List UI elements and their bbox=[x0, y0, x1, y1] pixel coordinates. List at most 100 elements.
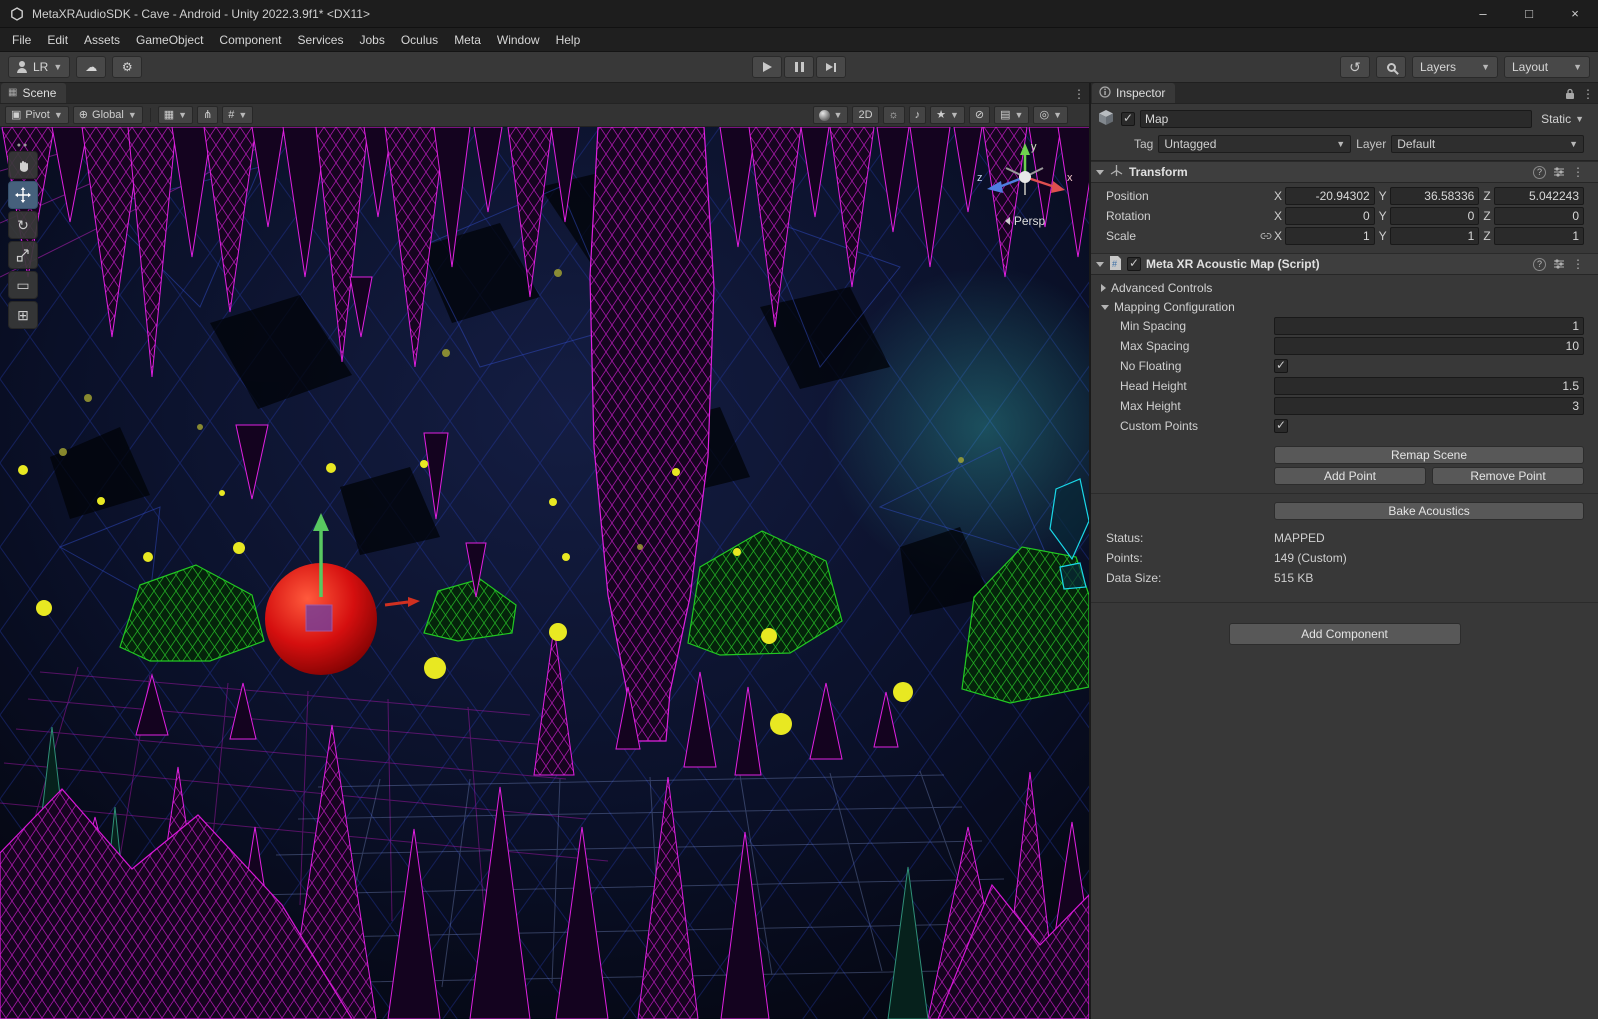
camera-settings-dropdown[interactable]: ▤ ▼ bbox=[994, 106, 1029, 124]
layer-dropdown[interactable]: Default ▼ bbox=[1391, 135, 1584, 153]
remap-scene-button[interactable]: Remap Scene bbox=[1274, 446, 1584, 464]
pivot-dropdown[interactable]: ▣ Pivot ▼ bbox=[5, 106, 69, 124]
scale-z-field[interactable] bbox=[1494, 227, 1584, 245]
gameobject-header: Static ▼ Tag Untagged ▼ Layer Default ▼ bbox=[1091, 104, 1598, 161]
tab-scene[interactable]: ▦ Scene bbox=[1, 83, 66, 103]
gameobject-active-checkbox[interactable] bbox=[1121, 112, 1135, 126]
custom-points-checkbox[interactable] bbox=[1274, 419, 1288, 433]
max-height-field[interactable] bbox=[1274, 397, 1584, 415]
remove-point-button[interactable]: Remove Point bbox=[1432, 467, 1584, 485]
scene-viewport[interactable]: ●● ↻ ▭ ⊞ bbox=[0, 127, 1089, 1019]
transform-header[interactable]: Transform ? ⋮ bbox=[1091, 161, 1598, 183]
lock-icon[interactable] bbox=[1565, 88, 1575, 100]
transform-tool[interactable]: ⊞ bbox=[8, 301, 38, 329]
close-button[interactable]: × bbox=[1552, 0, 1598, 27]
tab-inspector[interactable]: Inspector bbox=[1092, 83, 1175, 103]
play-button[interactable] bbox=[752, 56, 782, 78]
advanced-controls-label: Advanced Controls bbox=[1111, 281, 1212, 295]
scene-menu-icon[interactable]: ⋮ bbox=[1073, 88, 1085, 100]
hidden-objects-toggle[interactable]: ⊘ bbox=[969, 106, 990, 124]
2d-toggle[interactable]: 2D bbox=[852, 106, 878, 124]
menu-file[interactable]: File bbox=[4, 28, 39, 51]
undo-history-button[interactable]: ↺ bbox=[1340, 56, 1370, 78]
layers-dropdown[interactable]: Layers ▼ bbox=[1412, 56, 1498, 78]
scale-y-field[interactable] bbox=[1390, 227, 1480, 245]
position-z-field[interactable] bbox=[1494, 187, 1584, 205]
static-dropdown[interactable]: Static ▼ bbox=[1537, 112, 1584, 126]
global-dropdown[interactable]: ⊕ Global ▼ bbox=[73, 106, 143, 124]
eye-slash-icon: ⊘ bbox=[975, 110, 984, 121]
effects-dropdown[interactable]: ★ ▼ bbox=[930, 106, 965, 124]
add-component-button[interactable]: Add Component bbox=[1229, 623, 1461, 645]
max-spacing-label: Max Spacing bbox=[1096, 339, 1274, 353]
foldout-open-icon[interactable] bbox=[1096, 170, 1104, 175]
component-menu-icon[interactable]: ⋮ bbox=[1572, 166, 1584, 178]
pause-button[interactable] bbox=[784, 56, 814, 78]
lighting-toggle[interactable]: ☼ bbox=[883, 106, 905, 124]
rotate-tool[interactable]: ↻ bbox=[8, 211, 38, 239]
rotation-z-field[interactable] bbox=[1494, 207, 1584, 225]
scale-x-field[interactable] bbox=[1285, 227, 1375, 245]
menu-help[interactable]: Help bbox=[548, 28, 589, 51]
step-icon bbox=[826, 63, 836, 72]
menu-oculus[interactable]: Oculus bbox=[393, 28, 446, 51]
add-point-button[interactable]: Add Point bbox=[1274, 467, 1426, 485]
rotation-y-field[interactable] bbox=[1390, 207, 1480, 225]
snap-increment-dropdown[interactable]: # ▼ bbox=[222, 106, 253, 124]
position-y-field[interactable] bbox=[1390, 187, 1480, 205]
no-floating-checkbox[interactable] bbox=[1274, 359, 1288, 373]
advanced-controls-foldout[interactable]: Advanced Controls bbox=[1096, 279, 1584, 297]
persp-indicator[interactable]: Persp bbox=[975, 214, 1075, 228]
chevron-down-icon: ▼ bbox=[54, 111, 63, 120]
cloud-services-button[interactable]: ☁ bbox=[76, 56, 106, 78]
help-icon[interactable]: ? bbox=[1533, 258, 1546, 271]
gameobject-name-field[interactable] bbox=[1140, 110, 1532, 128]
scale-tool[interactable] bbox=[8, 241, 38, 269]
mapping-configuration-foldout[interactable]: Mapping Configuration bbox=[1096, 298, 1584, 316]
rotation-x-field[interactable] bbox=[1285, 207, 1375, 225]
scene-render[interactable] bbox=[0, 127, 1089, 1019]
bake-acoustics-button[interactable]: Bake Acoustics bbox=[1274, 502, 1584, 520]
view-hand-tool[interactable] bbox=[8, 151, 38, 179]
menu-services[interactable]: Services bbox=[289, 28, 351, 51]
presets-icon[interactable] bbox=[1553, 166, 1565, 178]
menu-edit[interactable]: Edit bbox=[39, 28, 76, 51]
min-spacing-field[interactable] bbox=[1274, 317, 1584, 335]
move-tool[interactable] bbox=[8, 181, 38, 209]
inspector-menu-icon[interactable]: ⋮ bbox=[1582, 88, 1594, 100]
menu-assets[interactable]: Assets bbox=[76, 28, 128, 51]
step-button[interactable] bbox=[816, 56, 846, 78]
menu-component[interactable]: Component bbox=[211, 28, 289, 51]
scale-link-icon[interactable] bbox=[1260, 230, 1274, 242]
draw-mode-dropdown[interactable]: ▼ bbox=[813, 106, 849, 124]
gizmos-dropdown[interactable]: ◎ ▼ bbox=[1033, 106, 1068, 124]
foldout-open-icon[interactable] bbox=[1096, 262, 1104, 267]
script-header[interactable]: # Meta XR Acoustic Map (Script) ? ⋮ bbox=[1091, 253, 1598, 275]
account-dropdown[interactable]: LR ▼ bbox=[8, 56, 70, 78]
snap-toggle[interactable]: ⋔ bbox=[197, 106, 218, 124]
audio-toggle[interactable]: ♪ bbox=[909, 106, 927, 124]
menu-jobs[interactable]: Jobs bbox=[351, 28, 392, 51]
head-height-field[interactable] bbox=[1274, 377, 1584, 395]
orientation-gizmo[interactable]: y x z Persp bbox=[975, 137, 1075, 228]
help-icon[interactable]: ? bbox=[1533, 166, 1546, 179]
grid-visibility-dropdown[interactable]: ▦ ▼ bbox=[158, 106, 193, 124]
settings-button[interactable]: ⚙ bbox=[112, 56, 142, 78]
presets-icon[interactable] bbox=[1553, 258, 1565, 270]
position-x-field[interactable] bbox=[1285, 187, 1375, 205]
maximize-button[interactable]: □ bbox=[1506, 0, 1552, 27]
menu-window[interactable]: Window bbox=[489, 28, 548, 51]
search-button[interactable] bbox=[1376, 56, 1406, 78]
tag-dropdown[interactable]: Untagged ▼ bbox=[1158, 135, 1351, 153]
script-enabled-checkbox[interactable] bbox=[1127, 257, 1141, 271]
menu-meta[interactable]: Meta bbox=[446, 28, 489, 51]
axis-x-label: X bbox=[1274, 209, 1282, 223]
layout-dropdown[interactable]: Layout ▼ bbox=[1504, 56, 1590, 78]
rect-tool[interactable]: ▭ bbox=[8, 271, 38, 299]
menu-gameobject[interactable]: GameObject bbox=[128, 28, 211, 51]
palette-drag-handle[interactable]: ●● bbox=[8, 141, 38, 149]
component-menu-icon[interactable]: ⋮ bbox=[1572, 258, 1584, 270]
minimize-button[interactable]: – bbox=[1460, 0, 1506, 27]
custom-points-label: Custom Points bbox=[1096, 419, 1274, 433]
max-spacing-field[interactable] bbox=[1274, 337, 1584, 355]
